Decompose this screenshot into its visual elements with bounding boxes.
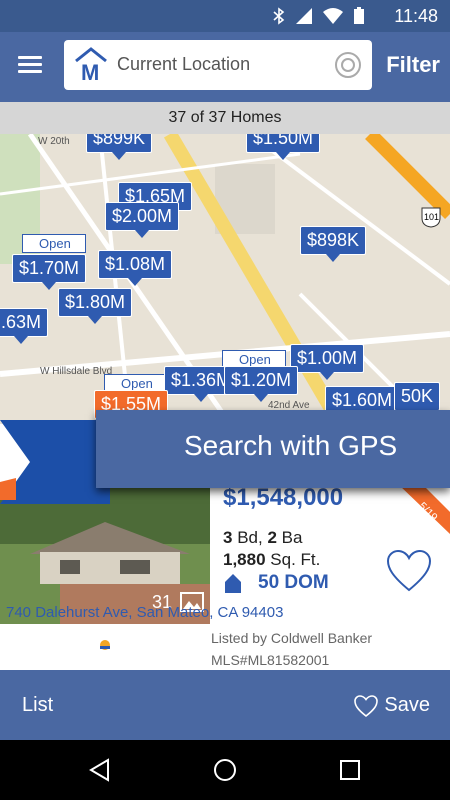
days-on-market: 50 DOM (258, 572, 329, 594)
gps-arrow-ribbon (0, 420, 110, 504)
price-pin[interactable]: $1.20M (224, 366, 299, 402)
baths-value: 2 (267, 528, 277, 547)
system-nav-bar (0, 740, 450, 800)
save-label: Save (384, 694, 430, 716)
ribbon-tab (0, 478, 16, 500)
price-pin[interactable]: .63M (0, 308, 49, 344)
price-pin[interactable]: $1.50M (246, 134, 321, 160)
signal-icon (296, 8, 312, 24)
price-pin[interactable]: $1.70M (12, 254, 87, 290)
location-search-box[interactable]: M Current Location (64, 40, 372, 90)
price-pin[interactable]: $1.80M (58, 288, 133, 324)
listing-price: $1,548,000 (223, 484, 344, 511)
status-bar: 11:48 (0, 0, 450, 32)
status-time: 11:48 (394, 6, 438, 26)
highway-shield-icon: 101 (421, 207, 441, 228)
price-pin[interactable]: $1.08M (98, 250, 173, 286)
list-view-button[interactable]: List (22, 694, 53, 717)
menu-button[interactable] (18, 56, 42, 76)
street-label: W Hillsdale Blvd (40, 366, 113, 377)
recents-icon[interactable] (338, 758, 362, 782)
mls-number: MLS#ML81582001 (211, 652, 330, 668)
home-icon[interactable] (213, 758, 237, 782)
price-pin[interactable]: $899K (86, 134, 153, 160)
app-logo-icon: M (75, 47, 107, 83)
listing-photo[interactable] (0, 484, 210, 624)
price-pin[interactable]: $1.00M (290, 344, 365, 380)
date-ribbon: 5/19 (398, 484, 450, 534)
listing-address[interactable]: 740 Dalehurst Ave, San Mateo, CA 94403 (6, 604, 283, 621)
favorite-heart-icon[interactable] (386, 550, 432, 592)
app-bar: M Current Location Filter (0, 32, 450, 102)
baths-label: Ba (281, 528, 303, 547)
price-pin[interactable]: $898K (300, 226, 367, 262)
beds-baths: 3 Bd, 2 Ba (223, 528, 302, 548)
price-pin[interactable]: 50K (394, 382, 441, 418)
bluetooth-icon (273, 7, 285, 25)
search-with-gps-banner[interactable]: Search with GPS (96, 410, 450, 488)
svg-text:101: 101 (424, 212, 439, 222)
gps-banner-text: Search with GPS (184, 430, 398, 461)
sqft-value: 1,880 (223, 550, 266, 569)
dom-label: DOM (284, 572, 329, 593)
broker-logo-icon (100, 640, 110, 650)
battery-icon (354, 7, 364, 24)
price-pin[interactable]: $2.00M (105, 202, 180, 238)
back-icon[interactable] (88, 758, 112, 782)
svg-text:M: M (81, 60, 99, 83)
filter-button[interactable]: Filter (386, 52, 440, 78)
save-heart-icon (354, 694, 379, 717)
wifi-icon (323, 8, 343, 24)
sqft-label: Sq. Ft. (270, 550, 321, 569)
street-label: W 20th (38, 136, 70, 147)
locate-target-icon[interactable] (334, 51, 362, 79)
open-house-tag: Open (22, 234, 86, 253)
map-view[interactable]: W 20th W Hillsdale Blvd 42nd Ave 101 $89… (0, 134, 450, 424)
listed-by: Listed by Coldwell Banker (211, 630, 373, 646)
beds-value: 3 (223, 528, 233, 547)
house-icon (225, 574, 241, 593)
results-count: 37 of 37 Homes (0, 102, 450, 134)
status-icons (273, 7, 365, 25)
bottom-action-bar: List Save (0, 670, 450, 740)
dom-value: 50 (258, 572, 280, 593)
save-search-button[interactable]: Save (354, 694, 430, 717)
beds-label: Bd, (237, 528, 263, 547)
square-feet: 1,880 Sq. Ft. (223, 550, 320, 570)
search-location-text[interactable]: Current Location (117, 54, 250, 75)
